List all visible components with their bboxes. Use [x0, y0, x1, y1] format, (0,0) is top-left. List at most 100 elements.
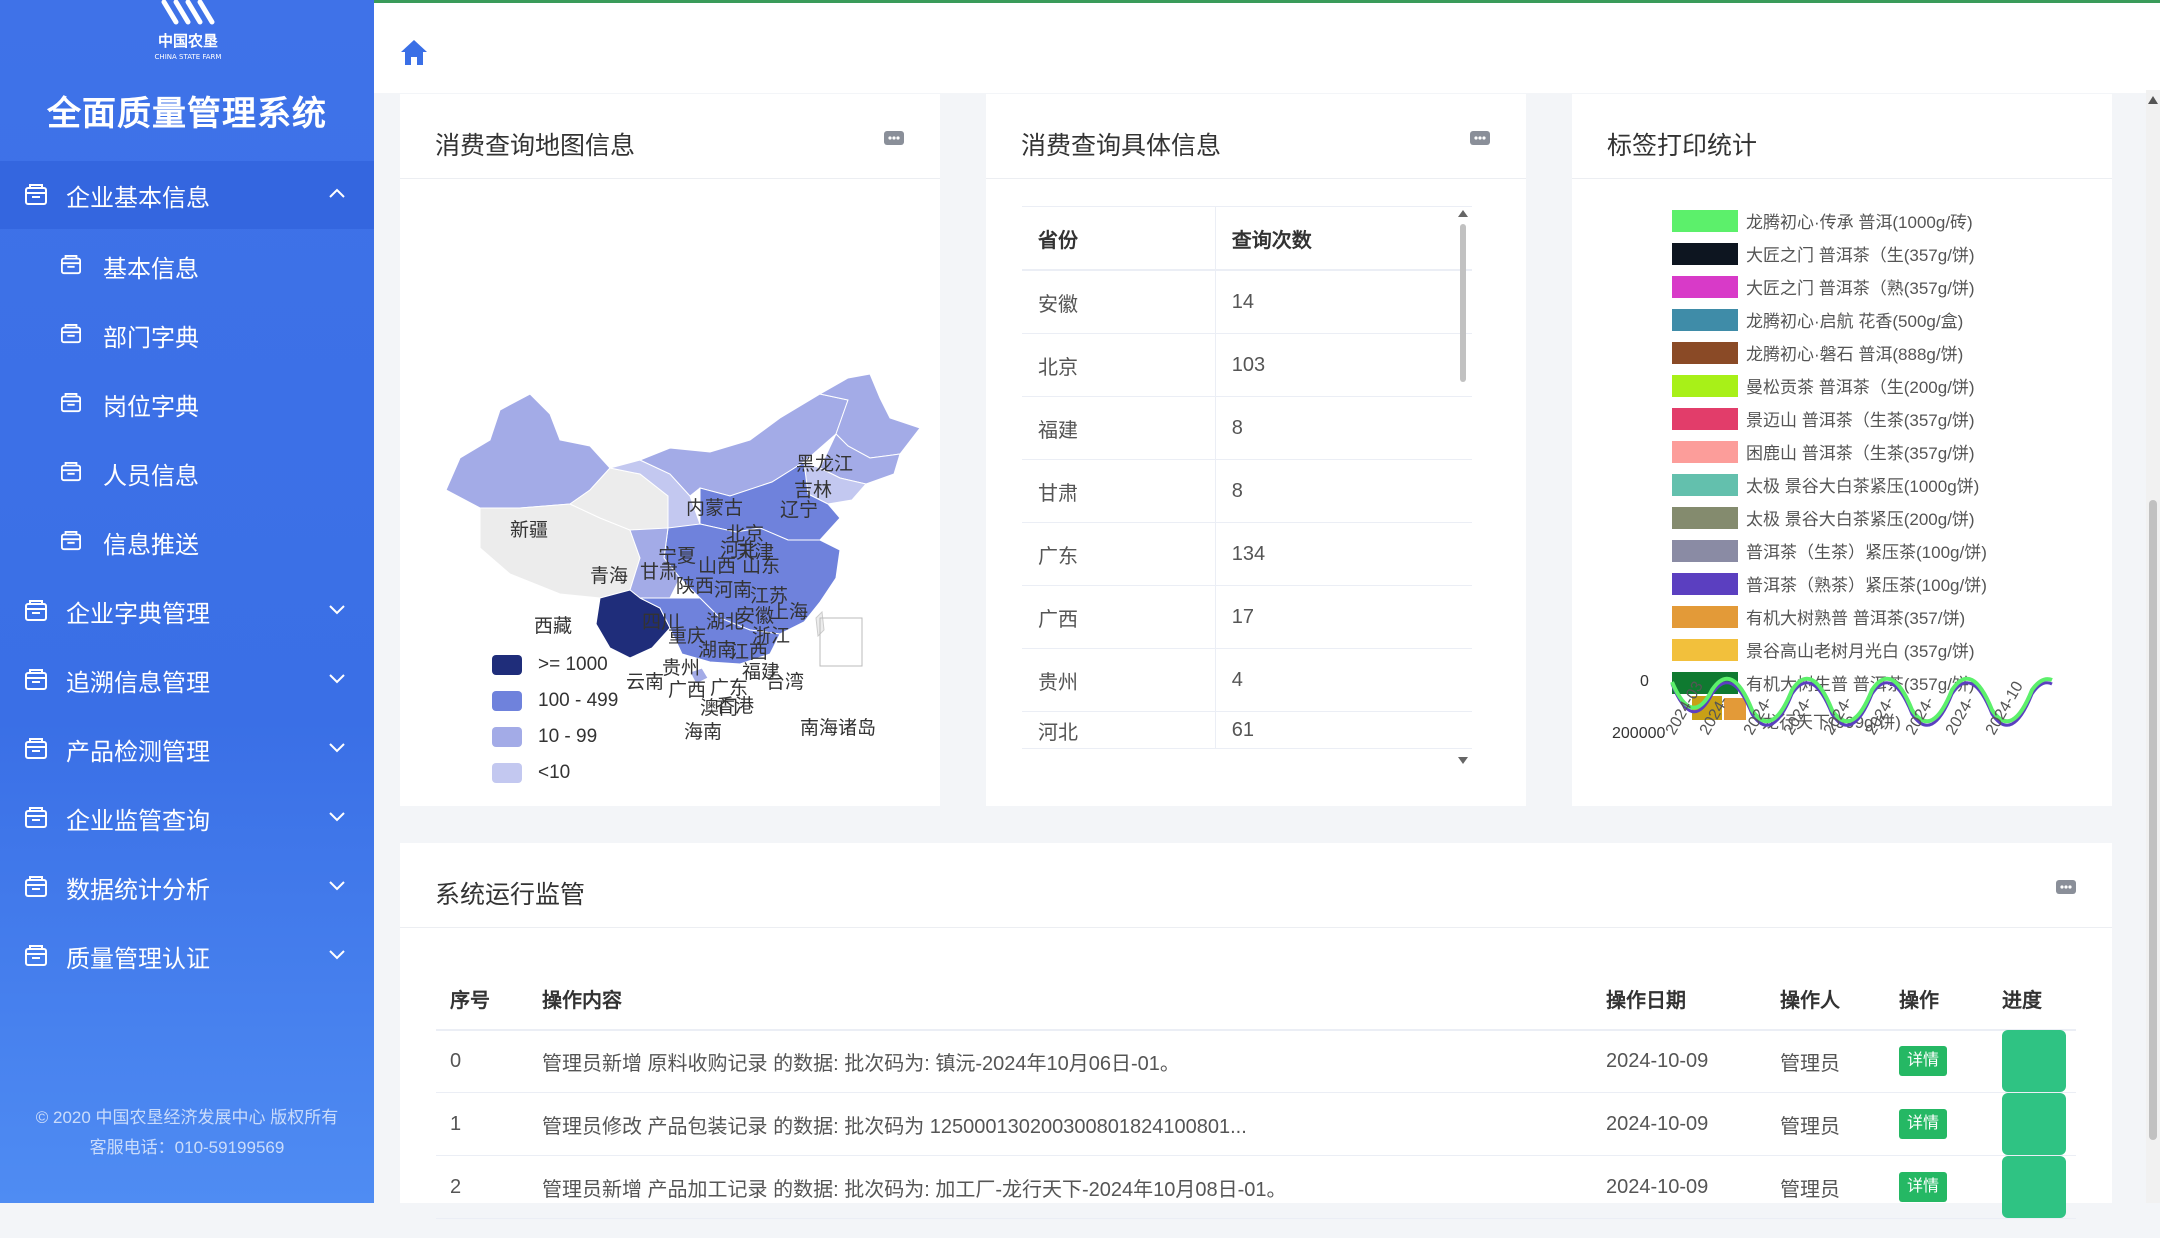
map-label: 海南	[684, 721, 722, 743]
map-legend-item[interactable]: <10	[492, 762, 570, 784]
nav-item-info-push[interactable]: 信息推送	[0, 508, 374, 576]
legend-label: <10	[538, 762, 571, 783]
operation-date: 2024-10-09	[1606, 1175, 1709, 1198]
table-row[interactable]: 福建 8	[1022, 397, 1472, 460]
operator: 管理员	[1780, 1178, 1840, 1201]
nav-group-product-test[interactable]: 产品检测管理	[0, 715, 374, 783]
table-row[interactable]: 广西 17	[1022, 586, 1472, 649]
chart-legend-item[interactable]: 太极 景谷大白茶紧压(1000g饼)	[1672, 472, 1979, 497]
chart-legend-item[interactable]: 太极 景谷大白茶紧压(200g/饼)	[1672, 505, 1975, 530]
folder-icon	[25, 184, 47, 205]
table-row[interactable]: 贵州 4	[1022, 649, 1472, 712]
page-scrollbar[interactable]	[2146, 90, 2160, 1203]
nav-item-basic-info[interactable]: 基本信息	[0, 232, 374, 300]
province-cell: 安徽	[1022, 271, 1216, 333]
scroll-down-arrow-icon[interactable]	[1457, 756, 1469, 766]
map-legend-item[interactable]: >= 1000	[492, 654, 608, 676]
table-row[interactable]: 广东 134	[1022, 523, 1472, 586]
copyright: © 2020 中国农垦经济发展中心 版权所有 客服电话：010-59199569	[0, 1103, 374, 1163]
table-scrollbar[interactable]	[1456, 206, 1470, 774]
progress-bar	[2002, 1030, 2066, 1092]
chart-legend-item[interactable]: 龙腾初心·传承 普洱(1000g/砖)	[1672, 208, 1973, 233]
chart-legend-item[interactable]: 大匠之门 普洱茶（熟(357g/饼)	[1672, 274, 1975, 299]
detail-button[interactable]: 详情	[1899, 1172, 1948, 1202]
folder-icon	[25, 807, 47, 828]
y-tick-label: 0	[1640, 674, 1649, 690]
map-label: 宁夏	[658, 545, 696, 567]
map-label: 新疆	[510, 519, 548, 541]
legend-swatch	[1672, 572, 1738, 595]
nav-group-enterprise-basic[interactable]: 企业基本信息	[0, 161, 374, 229]
chart-legend-item[interactable]: 景迈山 普洱茶（生茶(357g/饼)	[1672, 406, 1975, 431]
nav-group-label: 数据统计分析	[66, 876, 210, 904]
table-row[interactable]: 安徽 14	[1022, 271, 1472, 334]
map-legend-item[interactable]: 10 - 99	[492, 726, 597, 748]
province-cell: 广西	[1022, 586, 1216, 648]
column-header[interactable]: 查询次数	[1216, 207, 1472, 269]
province-cell: 广东	[1022, 523, 1216, 585]
y-tick-label: 200000	[1612, 725, 1665, 742]
table-row[interactable]: 0 管理员新增 原料收购记录 的数据: 批次码为: 镇沅-2024年10月06日…	[436, 1030, 2076, 1093]
nav-group-supervision[interactable]: 企业监管查询	[0, 784, 374, 852]
legend-label: 困鹿山 普洱茶（生茶(357g/饼)	[1746, 444, 1975, 463]
column-header[interactable]: 省份	[1022, 207, 1216, 269]
panel-title: 消费查询地图信息	[435, 132, 636, 160]
nav-item-department-dict[interactable]: 部门字典	[0, 301, 374, 369]
table-row[interactable]: 河北 61	[1022, 712, 1472, 749]
nav-item-position-dict[interactable]: 岗位字典	[0, 370, 374, 438]
legend-swatch	[1672, 539, 1738, 562]
chart-legend-item[interactable]: 普洱茶（生茶）紧压茶(100g/饼)	[1672, 538, 1987, 563]
column-header: 进度	[2002, 989, 2042, 1012]
chart-legend-item[interactable]: 曼松贡茶 普洱茶（生(200g/饼)	[1672, 373, 1975, 398]
more-icon[interactable]	[1470, 130, 1490, 146]
operation-content: 管理员新增 产品加工记录 的数据: 批次码为: 加工厂-龙行天下-2024年10…	[542, 1178, 1287, 1201]
nav-group-label: 追溯信息管理	[66, 669, 210, 697]
province-cell: 贵州	[1022, 649, 1216, 711]
chart-legend-item[interactable]: 有机大树熟普 普洱茶(357/饼)	[1672, 604, 1965, 629]
sidebar: 中国农垦 CHINA STATE FARM 全面质量管理系统 企业基本信息 基本…	[0, 0, 374, 1203]
nav-group-certification[interactable]: 质量管理认证	[0, 922, 374, 990]
more-icon[interactable]	[884, 130, 904, 146]
count-cell: 134	[1231, 542, 1266, 565]
table-header: 序号 操作内容 操作日期 操作人 操作 进度	[436, 967, 2076, 1031]
legend-swatch	[1672, 506, 1738, 529]
chart-legend-item[interactable]: 龙腾初心·启航 花香(500g/盒)	[1672, 307, 1963, 332]
folder-icon	[25, 669, 47, 690]
column-header: 操作人	[1780, 989, 1840, 1012]
legend-label: 景迈山 普洱茶（生茶(357g/饼)	[1746, 411, 1975, 430]
legend-swatch	[492, 691, 522, 711]
detail-button[interactable]: 详情	[1899, 1046, 1948, 1076]
table-row[interactable]: 甘肃 8	[1022, 460, 1472, 523]
table-header: 省份 查询次数	[1022, 206, 1472, 271]
legend-swatch	[1672, 341, 1738, 364]
table-row[interactable]: 2 管理员新增 产品加工记录 的数据: 批次码为: 加工厂-龙行天下-2024年…	[436, 1156, 2076, 1219]
scrollbar-thumb[interactable]	[2149, 500, 2157, 1140]
chart-legend-item[interactable]: 大匠之门 普洱茶（生(357g/饼)	[1672, 241, 1975, 266]
province-xinjiang[interactable]	[445, 393, 611, 509]
scroll-up-arrow-icon[interactable]	[2148, 96, 2158, 104]
action-cell: 详情	[1899, 1030, 1948, 1092]
chart-legend-item[interactable]: 困鹿山 普洱茶（生茶(357g/饼)	[1672, 439, 1975, 464]
more-icon[interactable]	[2056, 879, 2076, 895]
nav-group-enterprise-dict[interactable]: 企业字典管理	[0, 577, 374, 645]
home-icon[interactable]	[398, 37, 430, 67]
scroll-up-arrow-icon[interactable]	[1457, 208, 1469, 218]
folder-icon	[25, 876, 47, 897]
nav-item-personnel[interactable]: 人员信息	[0, 439, 374, 507]
legend-label: 景谷高山老树月光白 (357g/饼)	[1746, 642, 1975, 661]
chart-legend-item[interactable]: 景谷高山老树月光白 (357g/饼)	[1672, 637, 1975, 662]
chart-legend-item[interactable]: 龙腾初心·磐石 普洱(888g/饼)	[1672, 340, 1963, 365]
detail-button[interactable]: 详情	[1899, 1109, 1948, 1139]
nav-group-statistics[interactable]: 数据统计分析	[0, 853, 374, 921]
scrollbar-thumb[interactable]	[1460, 224, 1466, 382]
chart-legend-item[interactable]: 普洱茶（熟茶）紧压茶(100g/饼)	[1672, 571, 1987, 596]
progress-bar	[2002, 1093, 2066, 1155]
legend-label: 普洱茶（熟茶）紧压茶(100g/饼)	[1746, 576, 1987, 595]
table-row[interactable]: 1 管理员修改 产品包装记录 的数据: 批次码为 125000130200300…	[436, 1093, 2076, 1156]
map-label: 西藏	[534, 615, 572, 637]
legend-swatch	[1672, 473, 1738, 496]
map-label: 贵州	[662, 657, 700, 679]
nav-group-trace[interactable]: 追溯信息管理	[0, 646, 374, 714]
map-legend-item[interactable]: 100 - 499	[492, 690, 618, 712]
table-row[interactable]: 北京 103	[1022, 334, 1472, 397]
